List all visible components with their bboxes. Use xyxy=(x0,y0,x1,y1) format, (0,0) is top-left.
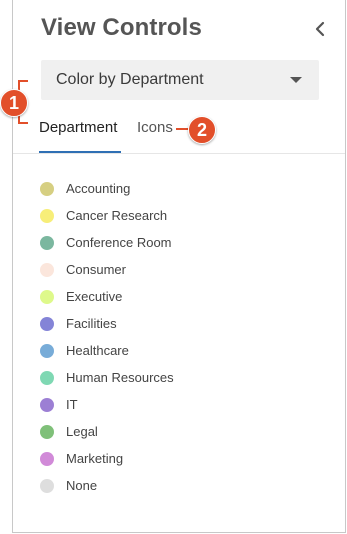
color-swatch xyxy=(40,208,54,223)
color-swatch xyxy=(40,235,54,250)
color-by-selected-value: Color by Department xyxy=(56,71,204,88)
color-swatch xyxy=(40,343,54,358)
legend-item-label: Healthcare xyxy=(66,343,129,358)
legend-item-consumer[interactable]: Consumer xyxy=(40,256,174,283)
legend-item-conference-room[interactable]: Conference Room xyxy=(40,229,174,256)
color-swatch xyxy=(40,478,54,493)
legend-item-it[interactable]: IT xyxy=(40,391,174,418)
chevron-left-icon xyxy=(315,21,325,37)
legend-item-executive[interactable]: Executive xyxy=(40,283,174,310)
color-swatch xyxy=(40,181,54,196)
color-swatch xyxy=(40,397,54,412)
legend-item-cancer-research[interactable]: Cancer Research xyxy=(40,202,174,229)
legend-item-label: Legal xyxy=(66,424,98,439)
tab-icons[interactable]: Icons xyxy=(137,119,173,136)
legend-item-marketing[interactable]: Marketing xyxy=(40,445,174,472)
color-swatch xyxy=(40,424,54,439)
color-by-dropdown[interactable]: Color by Department xyxy=(41,60,319,100)
legend-item-label: Human Resources xyxy=(66,370,174,385)
color-swatch xyxy=(40,451,54,466)
department-legend: Accounting Cancer Research Conference Ro… xyxy=(40,175,174,499)
color-swatch xyxy=(40,316,54,331)
legend-item-facilities[interactable]: Facilities xyxy=(40,310,174,337)
legend-item-label: Conference Room xyxy=(66,235,172,250)
legend-item-accounting[interactable]: Accounting xyxy=(40,175,174,202)
legend-item-label: Cancer Research xyxy=(66,208,168,223)
color-swatch xyxy=(40,370,54,385)
callout-2-badge: 2 xyxy=(188,116,216,144)
legend-item-human-resources[interactable]: Human Resources xyxy=(40,364,174,391)
caret-down-icon xyxy=(290,77,302,83)
legend-item-legal[interactable]: Legal xyxy=(40,418,174,445)
panel-title: View Controls xyxy=(41,14,202,41)
collapse-panel-button[interactable] xyxy=(312,20,328,38)
legend-item-label: Marketing xyxy=(66,451,124,466)
legend-item-label: IT xyxy=(66,397,78,412)
legend-item-label: Accounting xyxy=(66,181,131,196)
legend-item-none[interactable]: None xyxy=(40,472,174,499)
legend-item-label: Consumer xyxy=(66,262,126,277)
callout-1-badge: 1 xyxy=(0,89,28,117)
legend-item-label: None xyxy=(66,478,98,493)
color-swatch xyxy=(40,262,54,277)
tab-department[interactable]: Department xyxy=(39,119,117,136)
legend-item-label: Executive xyxy=(66,289,123,304)
legend-item-healthcare[interactable]: Healthcare xyxy=(40,337,174,364)
color-swatch xyxy=(40,289,54,304)
legend-item-label: Facilities xyxy=(66,316,117,331)
tabs-divider xyxy=(13,153,345,154)
